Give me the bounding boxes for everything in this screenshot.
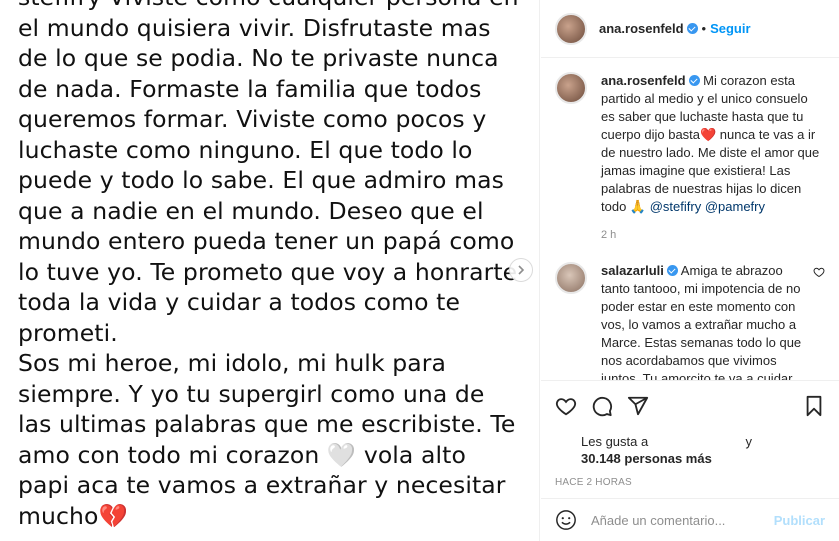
comment-body: salazarluli Amiga te abrazoo tanto tanto… (601, 262, 811, 380)
caption-mention-pamefry[interactable]: @pamefry (705, 199, 765, 214)
likes-count[interactable]: 30.148 personas más (581, 451, 712, 466)
caption-avatar[interactable] (555, 72, 587, 104)
verified-badge-icon (666, 265, 678, 276)
caption-time[interactable]: 2 h (601, 226, 821, 244)
comment-input[interactable]: Añade un comentario... (591, 513, 774, 528)
chevron-right-icon (518, 265, 525, 275)
comment-text: Amiga te abrazoo tanto tantooo, mi impot… (601, 263, 802, 380)
likes-summary[interactable]: Les gusta a y 30.148 personas más (555, 433, 825, 467)
post-header: ana.rosenfeld • Seguir (541, 0, 839, 58)
verified-badge-icon (686, 23, 698, 34)
comments-list[interactable]: ana.rosenfeld Mi corazon esta partido al… (541, 58, 839, 380)
like-heart-icon[interactable] (555, 395, 577, 417)
commenter-avatar[interactable] (555, 262, 587, 294)
follow-button[interactable]: Seguir (710, 21, 750, 36)
save-bookmark-icon[interactable] (803, 395, 825, 417)
caption-username[interactable]: ana.rosenfeld (601, 73, 686, 88)
posted-time[interactable]: HACE 2 HORAS (555, 477, 825, 488)
like-comment-heart-icon[interactable] (813, 266, 825, 278)
comment-item: salazarluli Amiga te abrazoo tanto tanto… (555, 262, 825, 380)
likes-prefix: Les gusta a (581, 434, 649, 449)
verified-badge-icon (688, 75, 700, 86)
post-image-text: stefifry Viviste como cualquier persona … (18, 0, 523, 531)
caption-mention-stefifry[interactable]: @stefifry (650, 199, 701, 214)
comment-username[interactable]: salazarluli (601, 263, 664, 278)
add-comment-bar: Añade un comentario... Publicar (541, 498, 839, 541)
share-paper-plane-icon[interactable] (627, 395, 649, 417)
post-caption: ana.rosenfeld Mi corazon esta partido al… (555, 72, 825, 244)
action-icons (555, 393, 825, 419)
next-image-button[interactable] (509, 258, 533, 282)
caption-text: Mi corazon esta partido al medio y el un… (601, 73, 820, 214)
author-avatar[interactable] (555, 12, 587, 45)
post-side-panel: ana.rosenfeld • Seguir ana.rosenfeld Mi … (541, 0, 839, 541)
post-image-paragraph-2: Sos mi heroe, mi idolo, mi hulk para sie… (18, 349, 516, 530)
likes-and: y (745, 434, 752, 449)
header-separator: • (701, 21, 707, 36)
post-actions: Les gusta a y 30.148 personas más HACE 2… (541, 380, 839, 500)
comment-bubble-icon[interactable] (591, 395, 613, 417)
post-image[interactable]: stefifry Viviste como cualquier persona … (0, 0, 540, 541)
publish-button[interactable]: Publicar (774, 513, 825, 528)
emoji-smiley-icon[interactable] (555, 509, 577, 531)
caption-body: ana.rosenfeld Mi corazon esta partido al… (601, 72, 821, 244)
author-username[interactable]: ana.rosenfeld (599, 21, 684, 36)
post-image-paragraph-1: stefifry Viviste como cualquier persona … (18, 0, 519, 347)
